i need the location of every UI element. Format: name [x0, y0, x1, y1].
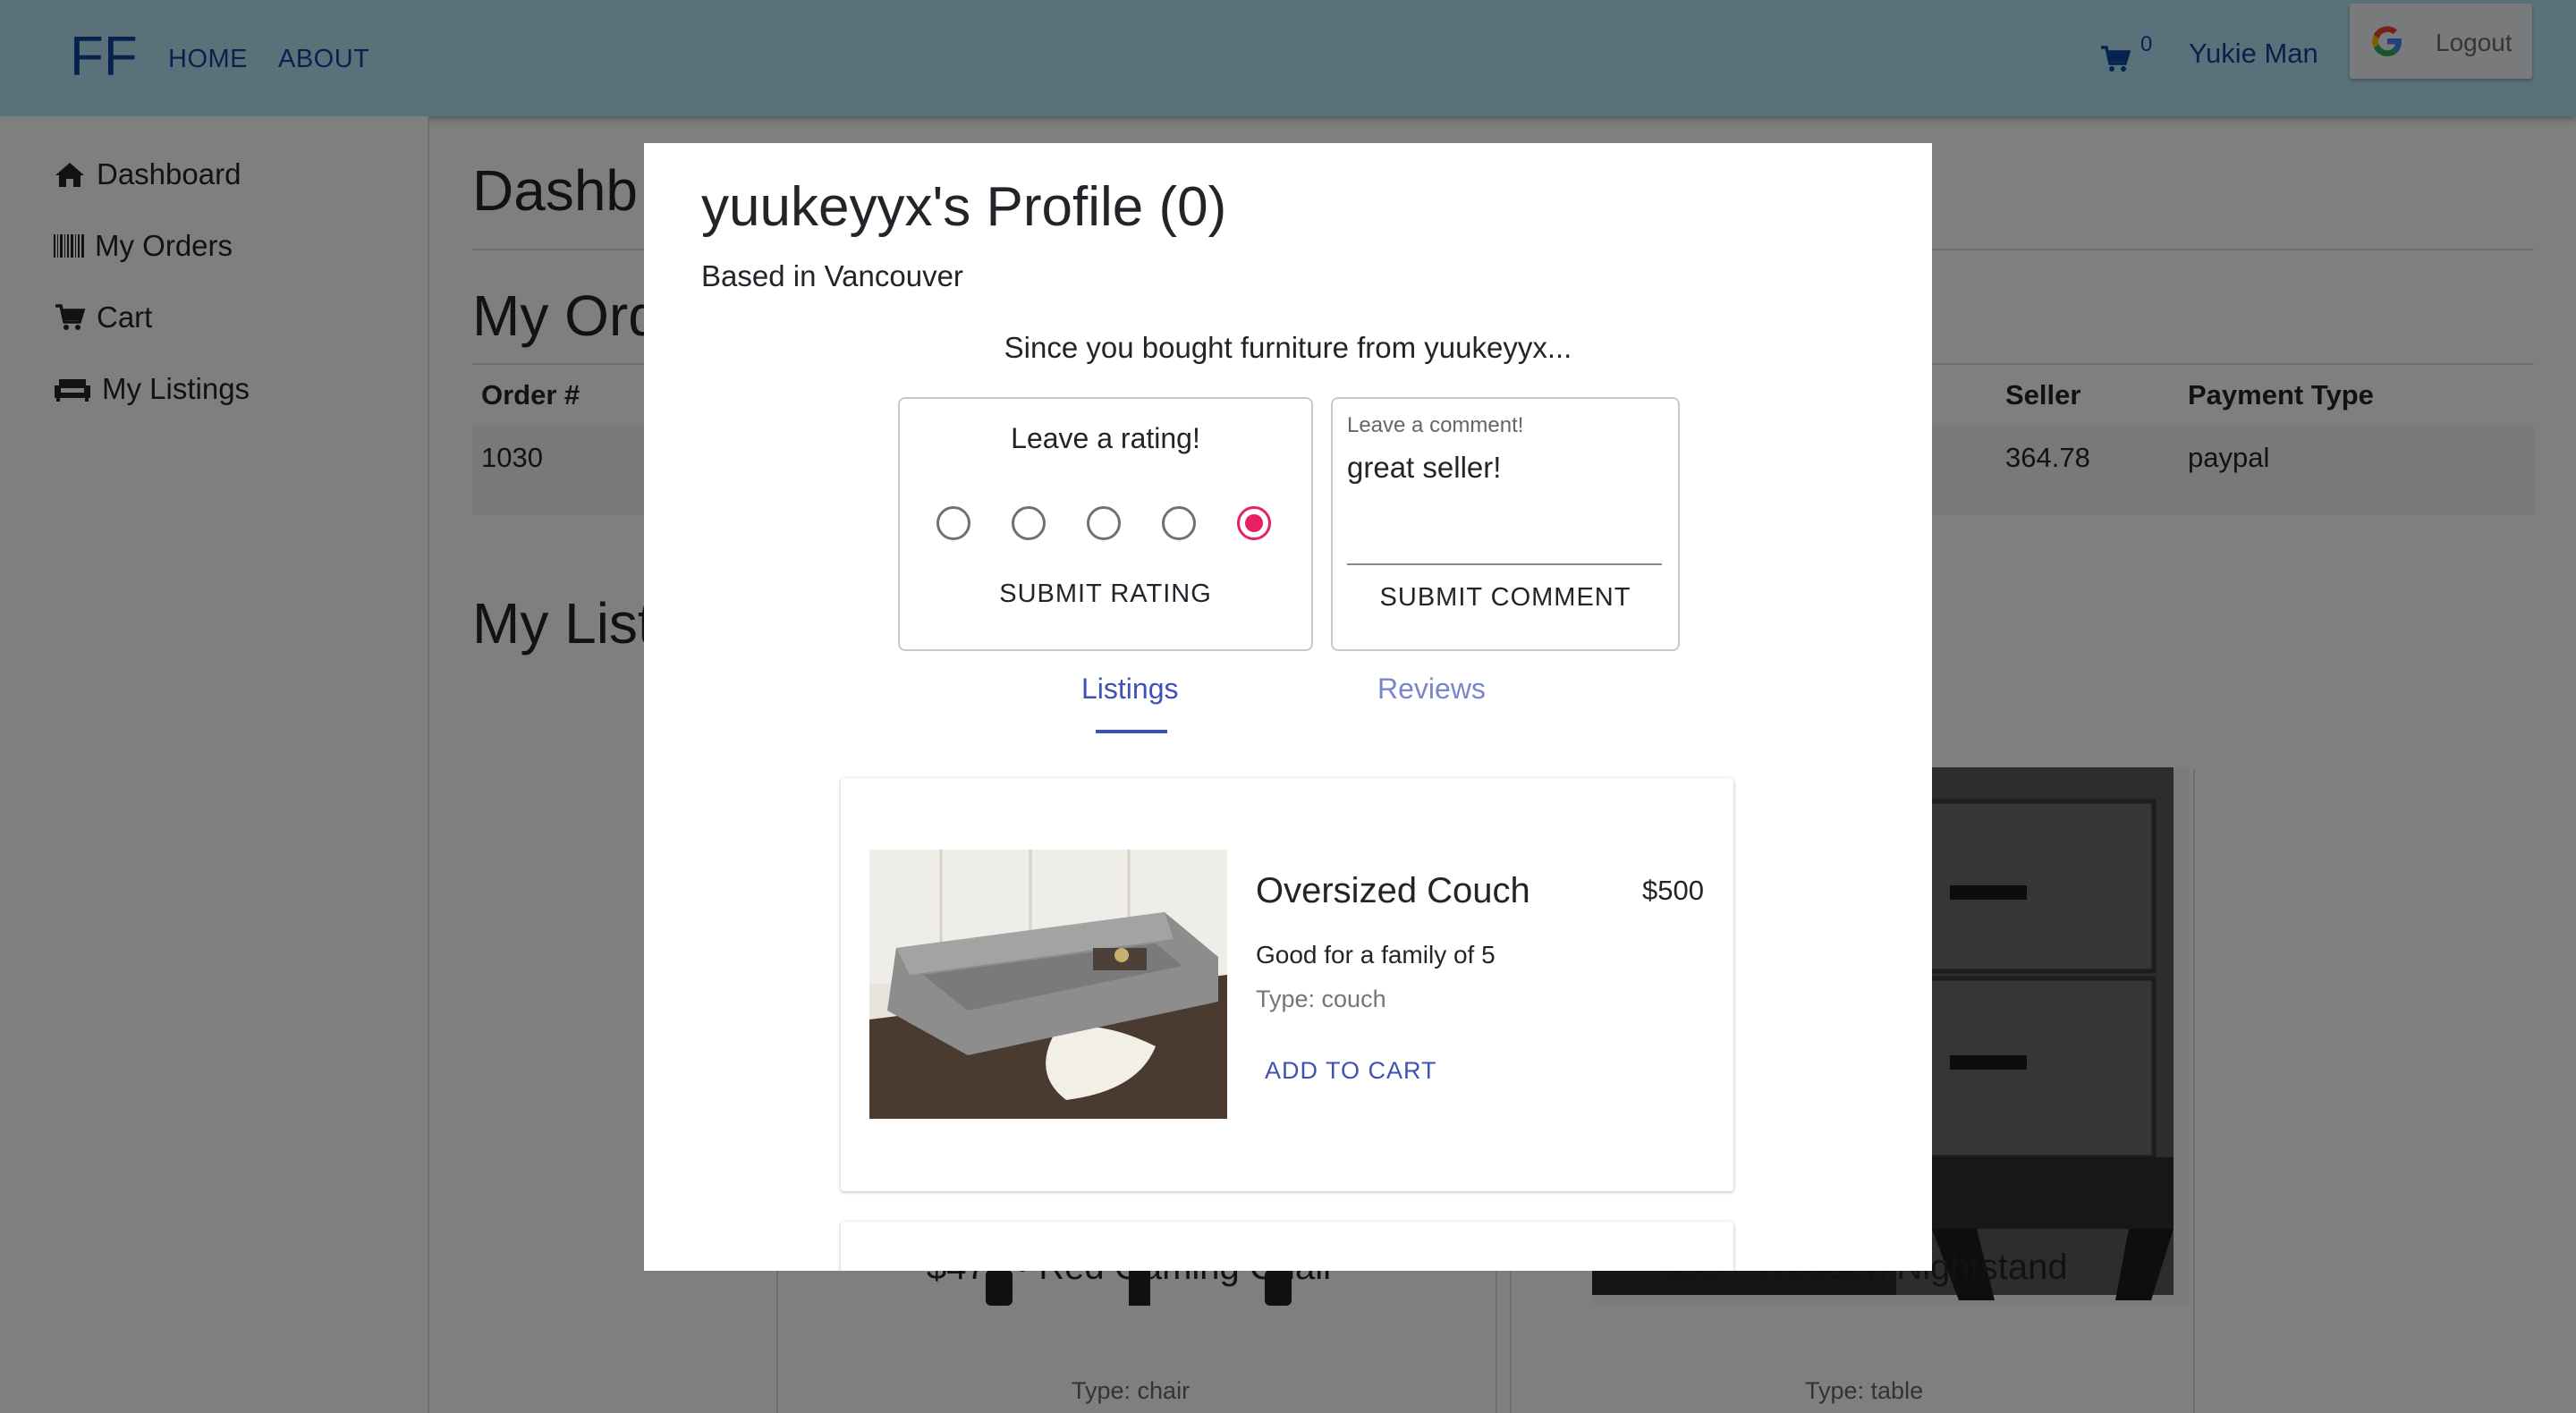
listing-card[interactable]	[841, 1222, 1733, 1271]
submit-comment-button[interactable]: SUBMIT COMMENT	[1331, 583, 1680, 613]
active-tab-indicator	[1096, 730, 1167, 733]
listing-description: Good for a family of 5	[1256, 941, 1496, 969]
rating-option-1[interactable]	[936, 506, 970, 540]
profile-title: yuukeyyx's Profile (0)	[701, 176, 1227, 238]
tab-listings[interactable]: Listings	[1081, 673, 1179, 706]
rating-option-5[interactable]	[1237, 506, 1271, 540]
profile-modal: yuukeyyx's Profile (0) Based in Vancouve…	[644, 143, 1932, 1271]
listing-type: Type: couch	[1256, 986, 1386, 1012]
add-to-cart-button[interactable]: ADD TO CART	[1265, 1057, 1437, 1085]
purchase-notice: Since you bought furniture from yuukeyyx…	[1004, 331, 1572, 364]
rating-option-2[interactable]	[1012, 506, 1046, 540]
listing-price: $500	[1642, 875, 1704, 906]
couch-image	[869, 850, 1227, 1119]
listing-card[interactable]: Oversized Couch $500 Good for a family o…	[841, 778, 1733, 1191]
rating-option-4[interactable]	[1162, 506, 1196, 540]
rating-option-3[interactable]	[1087, 506, 1121, 540]
rating-prompt: Leave a rating!	[1011, 422, 1200, 454]
submit-rating-button[interactable]: SUBMIT RATING	[898, 580, 1313, 609]
comment-input[interactable]: great seller!	[1347, 451, 1501, 485]
comment-input-underline	[1347, 563, 1662, 565]
listing-title: Oversized Couch	[1256, 871, 1530, 910]
tab-reviews[interactable]: Reviews	[1377, 673, 1486, 706]
profile-location: Based in Vancouver	[701, 259, 963, 292]
comment-field-label: Leave a comment!	[1347, 413, 1524, 437]
